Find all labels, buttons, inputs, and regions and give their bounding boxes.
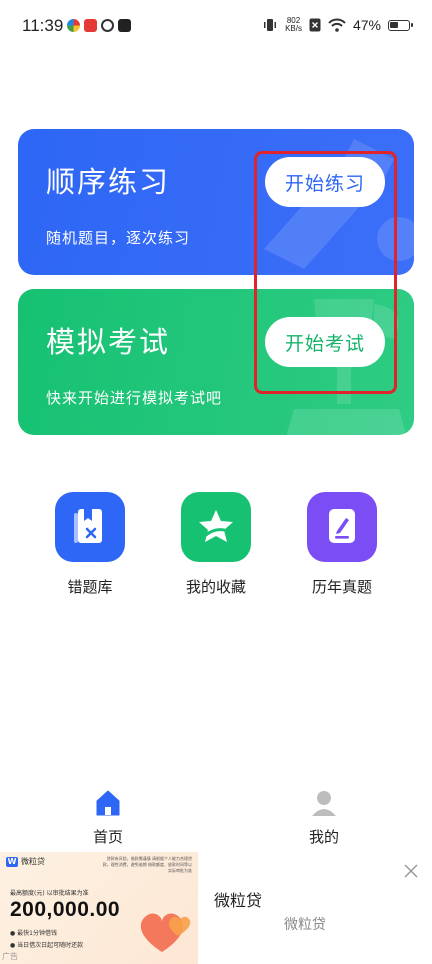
ad-line-2: ● 当日借次日起可随时还款 <box>10 942 84 949</box>
home-icon <box>96 790 120 816</box>
hearts-decoration-icon <box>140 913 191 952</box>
battery-icon <box>388 19 413 31</box>
network-speed-unit: KB/s <box>285 24 302 33</box>
news-notification-icon <box>84 19 97 32</box>
pen-document-icon[interactable] <box>307 492 377 562</box>
app-notification-icon <box>67 19 80 32</box>
exam-title: 模拟考试 <box>46 325 171 359</box>
nav-home[interactable]: 首页 <box>58 788 158 847</box>
no-sim-icon <box>309 18 321 32</box>
ad-tag: 广告 <box>2 952 18 961</box>
ad-brand-logo-icon: W <box>6 856 18 867</box>
nav-mine-label: 我的 <box>308 828 339 846</box>
battery-percent: 47% <box>352 17 381 33</box>
feature-label: 我的收藏 <box>185 578 246 596</box>
practice-subtitle: 随机题目，逐次练习 <box>46 229 191 247</box>
ad-title[interactable]: 微粒贷 <box>214 887 262 911</box>
battery-fill <box>390 21 398 28</box>
user-icon <box>312 791 336 816</box>
vibrate-icon <box>264 19 277 31</box>
highlight-box <box>254 151 397 394</box>
close-icon[interactable] <box>404 864 418 878</box>
feature-favorites[interactable]: 我的收藏 <box>156 492 276 597</box>
wifi-icon <box>328 18 346 32</box>
feature-past-exams[interactable]: 历年真题 <box>282 492 402 597</box>
status-bar: 11:39 802 KB/s 47% <box>0 0 432 52</box>
feature-label: 历年真题 <box>311 578 372 596</box>
practice-title: 顺序练习 <box>46 165 171 199</box>
link-notification-icon <box>101 19 114 32</box>
ad-line-1: ● 最快1分钟借钱 <box>10 930 57 937</box>
ad-amount: 200,000.00 <box>10 898 121 921</box>
status-right-group: 802 KB/s 47% <box>262 15 413 35</box>
ad-fine-print: 贷款有风险，借款需谨慎 请根据个人能力合理贷款，理性消费，避免逾期 借款额度、放… <box>102 856 192 873</box>
wrong-questions-icon[interactable] <box>55 492 125 562</box>
feature-label: 错题库 <box>67 578 113 596</box>
feature-wrong-questions[interactable]: 错题库 <box>30 492 150 597</box>
game-notification-icon <box>118 19 131 32</box>
network-speed: 802 KB/s <box>285 17 302 33</box>
ad-image[interactable]: W 微粒贷 贷款有风险，借款需谨慎 请根据个人能力合理贷款，理性消费，避免逾期 … <box>0 852 198 964</box>
star-icon[interactable] <box>181 492 251 562</box>
ad-brand-name: 微粒贷 <box>21 857 45 866</box>
exam-subtitle: 快来开始进行模拟考试吧 <box>46 389 223 407</box>
ad-subtitle: 微粒贷 <box>284 917 326 933</box>
nav-mine[interactable]: 我的 <box>274 788 374 847</box>
ad-brand: W 微粒贷 <box>6 856 45 867</box>
nav-home-label: 首页 <box>92 828 123 846</box>
status-time: 11:39 <box>22 16 64 35</box>
ad-limit-label: 最高额度(元) 以审批结果为准 <box>10 890 89 897</box>
ad-banner[interactable]: W 微粒贷 贷款有风险，借款需谨慎 请根据个人能力合理贷款，理性消费，避免逾期 … <box>0 852 432 964</box>
